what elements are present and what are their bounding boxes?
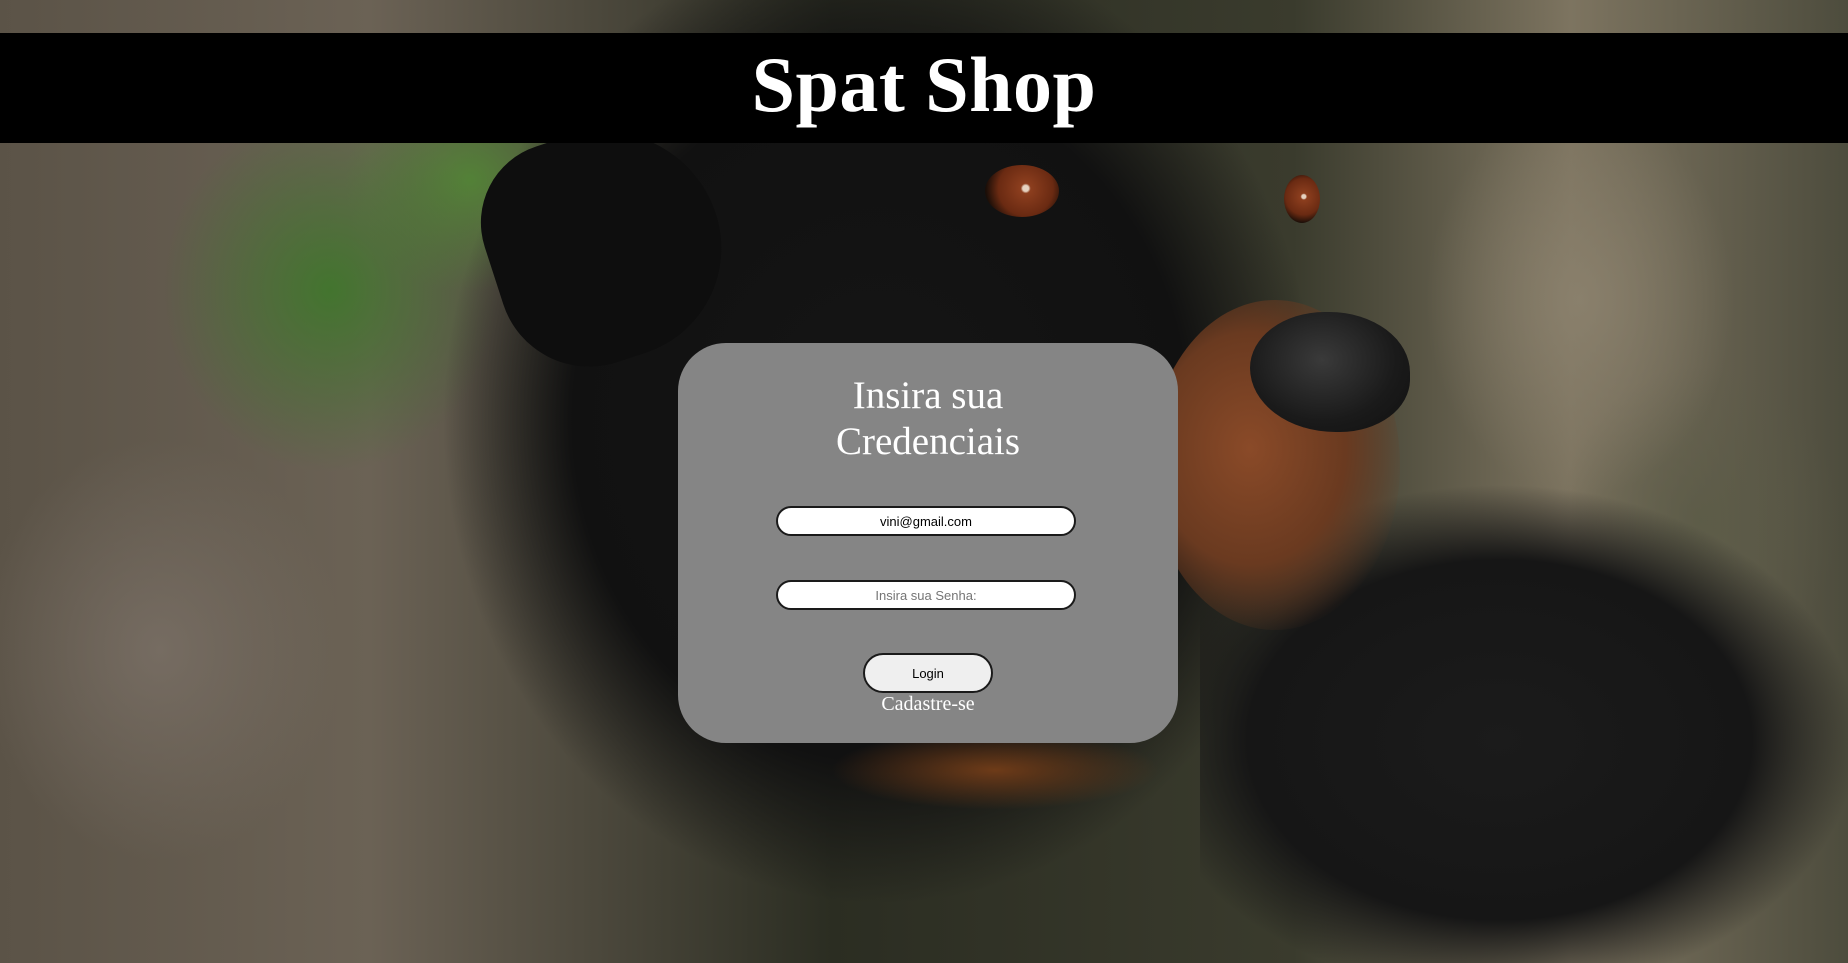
signup-link[interactable]: Cadastre-se xyxy=(678,693,1178,716)
login-card: Insira suaCredenciais Login Cadastre-se xyxy=(678,343,1178,743)
email-field[interactable] xyxy=(776,506,1076,536)
password-field[interactable] xyxy=(776,580,1076,610)
site-header: Spat Shop xyxy=(0,33,1848,143)
login-title: Insira sua Credenciais xyxy=(835,374,1021,463)
dog-eye-right xyxy=(1284,175,1320,223)
site-title: Spat Shop xyxy=(751,41,1097,128)
login-button[interactable]: Login xyxy=(863,653,993,693)
dog-eye-left xyxy=(985,165,1059,217)
